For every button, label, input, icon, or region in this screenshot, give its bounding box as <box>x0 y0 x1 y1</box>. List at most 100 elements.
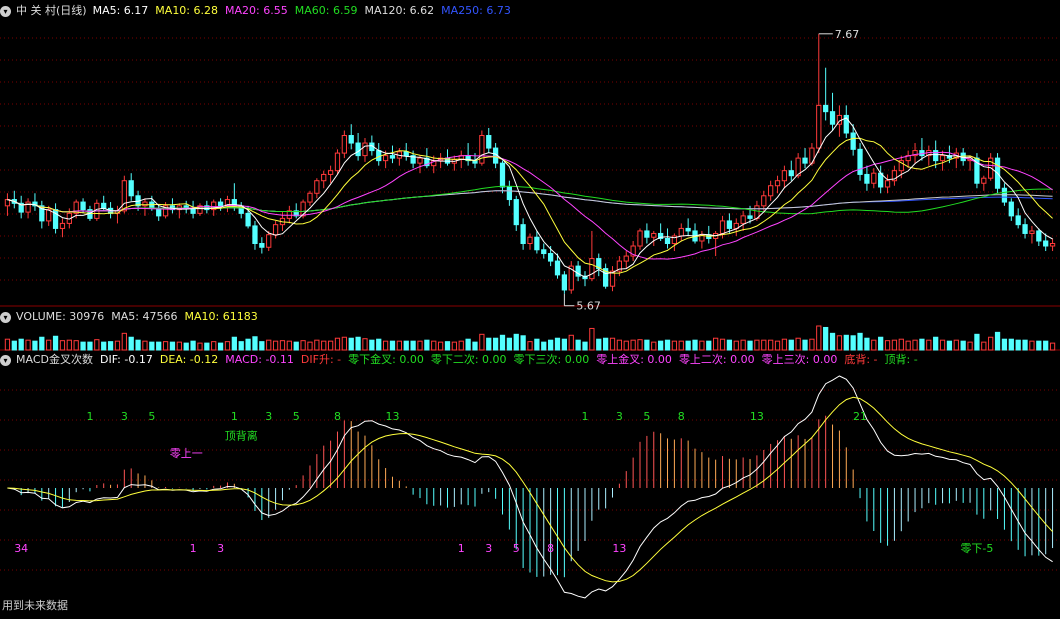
volume-bar <box>575 339 581 351</box>
macd-legend-item-8: 零上金叉: 0.00 <box>596 353 672 366</box>
candle-body <box>774 180 781 187</box>
macd-legend-item-11: 底背: - <box>844 353 878 366</box>
macd-histogram <box>13 415 1054 578</box>
macd-label: 1 <box>582 410 589 423</box>
volume-bar <box>981 341 987 351</box>
volume-bar <box>245 338 251 351</box>
macd-label: 3 <box>121 410 128 423</box>
volume-bar <box>314 339 320 351</box>
volume-bar <box>73 340 79 351</box>
macd-legend-item-5: 零下金叉: 0.00 <box>348 353 424 366</box>
volume-bar <box>768 339 774 351</box>
candle-body <box>554 260 561 276</box>
volume-bar <box>953 339 959 351</box>
candle-body <box>685 227 691 232</box>
candle-body <box>341 135 347 154</box>
volume-bar <box>156 341 162 351</box>
macd-pane-header: ▾ MACD金叉次数 DIF: -0.17 DEA: -0.12 MACD: -0.1… <box>0 352 931 368</box>
candle-body <box>348 135 354 144</box>
volume-pane-toggle-icon[interactable]: ▾ <box>0 311 11 323</box>
volume-bar <box>499 334 506 351</box>
volume-bar <box>994 331 1001 351</box>
candle-body <box>747 215 753 219</box>
ma-legend-item-0: MA5: 6.17 <box>92 4 149 17</box>
volume-bar <box>905 340 911 351</box>
volume-bar <box>733 340 739 351</box>
macd-pane-toggle-icon[interactable]: ▾ <box>0 354 11 366</box>
candle-body <box>857 148 863 175</box>
volume-bar <box>761 339 767 351</box>
volume-legend-item-2: MA10: 61183 <box>184 310 258 323</box>
candle-body <box>25 201 31 213</box>
volume-bar <box>128 336 134 351</box>
ma5-line <box>7 117 1053 278</box>
candle-body <box>850 132 856 150</box>
stock-chart[interactable]: 7.675.67财1351358131358132113581321顶背离零上一… <box>0 0 1060 615</box>
volume-bar <box>1022 339 1028 351</box>
volume-bar <box>589 327 595 351</box>
volume-bar <box>898 338 904 351</box>
volume-bar <box>59 340 66 351</box>
macd-label: 13 <box>612 542 626 555</box>
volume-bar <box>699 340 705 351</box>
price-pane-toggle-icon[interactable]: ▾ <box>0 5 11 17</box>
volume-bar <box>816 325 822 351</box>
macd-legend-item-9: 零上二次: 0.00 <box>678 353 755 366</box>
macd-legend-item-0: MACD金叉次数 <box>16 353 93 366</box>
volume-bar <box>939 339 946 351</box>
volume-bar <box>18 338 24 351</box>
candle-body <box>259 242 265 248</box>
volume-bar <box>437 341 444 351</box>
volume-bar <box>25 339 31 351</box>
candle-body <box>527 236 533 244</box>
volume-bar <box>259 341 265 351</box>
volume-bar <box>211 341 217 351</box>
volume-bar <box>46 339 52 351</box>
volume-bar <box>946 340 953 351</box>
candle-body <box>80 201 86 211</box>
volume-bar <box>658 340 664 351</box>
volume-bar <box>988 336 994 351</box>
volume-bar <box>272 340 279 351</box>
candle-body <box>499 162 506 188</box>
volume-bar <box>341 336 347 351</box>
volume-bar <box>843 334 849 351</box>
candle-body <box>513 199 519 226</box>
volume-bar <box>327 340 334 351</box>
volume-bar <box>149 341 155 351</box>
volume-bar <box>926 339 932 351</box>
volume-bar <box>506 337 513 351</box>
volume-bar <box>183 342 189 351</box>
volume-bar <box>692 339 698 351</box>
candle-body <box>1008 201 1014 217</box>
macd-label: 3 <box>217 542 224 555</box>
candle-body <box>781 170 788 182</box>
candle-body <box>156 207 162 217</box>
candle-body <box>933 150 939 162</box>
macd-label: 1 <box>231 410 238 423</box>
volume-bar <box>431 340 437 351</box>
volume-bar <box>444 341 451 351</box>
macd-label: 8 <box>334 410 341 423</box>
macd-legend-item-4: DIF升: - <box>300 353 342 366</box>
candle-body <box>334 152 341 172</box>
volume-bar <box>238 341 244 351</box>
candle-body <box>829 111 836 125</box>
volume-bar <box>334 337 341 351</box>
volume-bar <box>279 340 286 351</box>
volume-bar <box>630 339 636 351</box>
volume-bar <box>823 326 829 351</box>
macd-label: 5 <box>293 410 300 423</box>
volume-bar <box>492 337 499 351</box>
volume-bar <box>348 337 354 351</box>
candle-body <box>651 232 657 238</box>
volume-bar <box>534 338 540 351</box>
volume-bar <box>547 339 554 351</box>
volume-bar <box>458 340 464 351</box>
macd-legend-item-2: DEA: -0.12 <box>159 353 219 366</box>
ma-legend-item-4: MA120: 6.62 <box>364 4 435 17</box>
volume-legend-item-0: VOLUME: 30976 <box>16 310 105 323</box>
macd-label: 1 <box>86 410 93 423</box>
security-title: 中 关 村(日线) <box>16 4 87 17</box>
candle-body <box>678 227 684 237</box>
